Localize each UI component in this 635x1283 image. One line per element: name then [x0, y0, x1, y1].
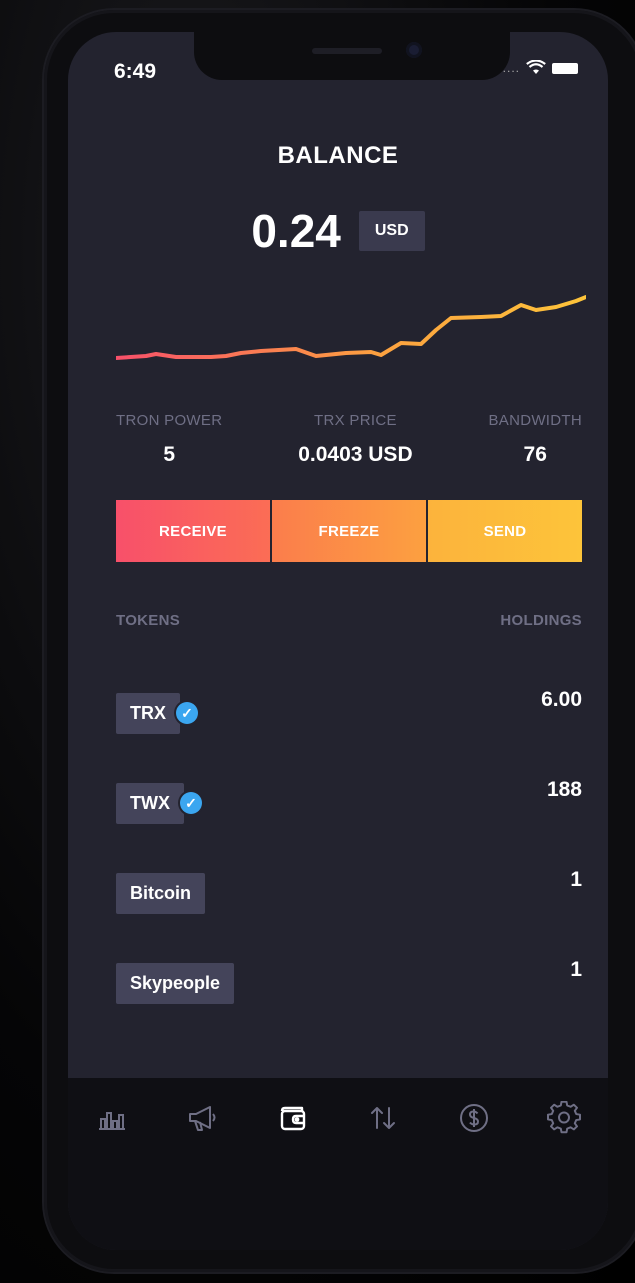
token-amount: 1 — [570, 868, 582, 891]
token-amount: 188 — [546, 778, 582, 801]
balance-row: 0.24 USD — [68, 204, 608, 258]
megaphone-icon — [189, 1106, 216, 1131]
tab-stats[interactable] — [90, 1096, 134, 1140]
token-name: Skypeople — [116, 962, 235, 1004]
token-tag: TRX ✓ — [116, 692, 198, 734]
stat-trx-price: TRX PRICE 0.0403 USD — [298, 412, 412, 467]
wifi-icon — [526, 60, 546, 74]
balance-value: 0.24 — [251, 205, 341, 257]
front-camera — [406, 42, 422, 58]
tokens-header: TOKENS — [116, 612, 181, 629]
dollar-coin-icon — [459, 1104, 488, 1132]
status-time: 6:49 — [114, 60, 157, 83]
token-tag: Bitcoin — [116, 872, 205, 914]
token-name: Bitcoin — [116, 872, 205, 914]
sparkline-line — [116, 295, 586, 360]
token-name: TWX — [116, 782, 184, 824]
token-amount: 1 — [570, 958, 582, 981]
wallet-icon — [280, 1106, 305, 1131]
balance-title: BALANCE — [277, 142, 399, 169]
verified-check-icon: ✓ — [180, 792, 202, 814]
tab-wallet[interactable] — [271, 1096, 315, 1140]
token-row-twx[interactable]: TWX ✓ 188 — [116, 778, 582, 824]
token-row-trx[interactable]: TRX ✓ 6.00 — [116, 688, 582, 734]
currency-selector[interactable]: USD — [358, 211, 425, 251]
send-button[interactable]: SEND — [428, 500, 582, 562]
token-tag: TWX ✓ — [116, 782, 202, 824]
stats-row: TRON POWER 5 TRX PRICE 0.0403 USD BANDWI… — [116, 412, 582, 467]
stat-value: 5 — [163, 443, 176, 466]
token-row-skypeople[interactable]: Skypeople 1 — [116, 958, 582, 1004]
battery-icon — [552, 62, 578, 74]
stat-value: 0.0403 USD — [298, 443, 413, 466]
speaker — [312, 48, 382, 54]
token-name: TRX — [116, 692, 180, 734]
verified-check-icon: ✓ — [176, 702, 198, 724]
notch — [194, 32, 510, 80]
stat-bandwidth: BANDWIDTH 76 — [488, 412, 582, 467]
status-icons: .... — [503, 60, 578, 76]
stat-value: 76 — [523, 443, 547, 466]
tab-news[interactable] — [180, 1096, 224, 1140]
transfer-arrows-icon — [371, 1107, 396, 1129]
action-buttons: RECEIVE FREEZE SEND — [116, 500, 582, 562]
app-screen: 6:49 .... BALANCE 0.24 USD TRON POWER 5 — [68, 32, 608, 1250]
token-list-header: TOKENS HOLDINGS — [116, 612, 582, 629]
tab-transfers[interactable] — [361, 1096, 405, 1140]
stat-label: TRON POWER — [116, 412, 223, 429]
token-row-bitcoin[interactable]: Bitcoin 1 — [116, 868, 582, 914]
signal-icon: .... — [502, 61, 520, 75]
stat-label: BANDWIDTH — [488, 412, 582, 429]
holdings-header: HOLDINGS — [500, 612, 582, 629]
bottom-tab-bar — [68, 1078, 608, 1250]
freeze-button[interactable]: FREEZE — [272, 500, 426, 562]
token-tag: Skypeople — [116, 962, 235, 1004]
token-amount: 6.00 — [541, 688, 582, 711]
bar-chart-icon — [99, 1112, 125, 1130]
gear-icon — [546, 1101, 581, 1134]
tab-icons — [68, 1078, 608, 1158]
balance-sparkline — [116, 295, 586, 360]
receive-button[interactable]: RECEIVE — [116, 500, 270, 562]
tab-exchange[interactable] — [452, 1096, 496, 1140]
stat-tron-power: TRON POWER 5 — [116, 412, 222, 467]
stat-label: TRX PRICE — [314, 412, 397, 429]
tab-settings[interactable] — [542, 1096, 586, 1140]
